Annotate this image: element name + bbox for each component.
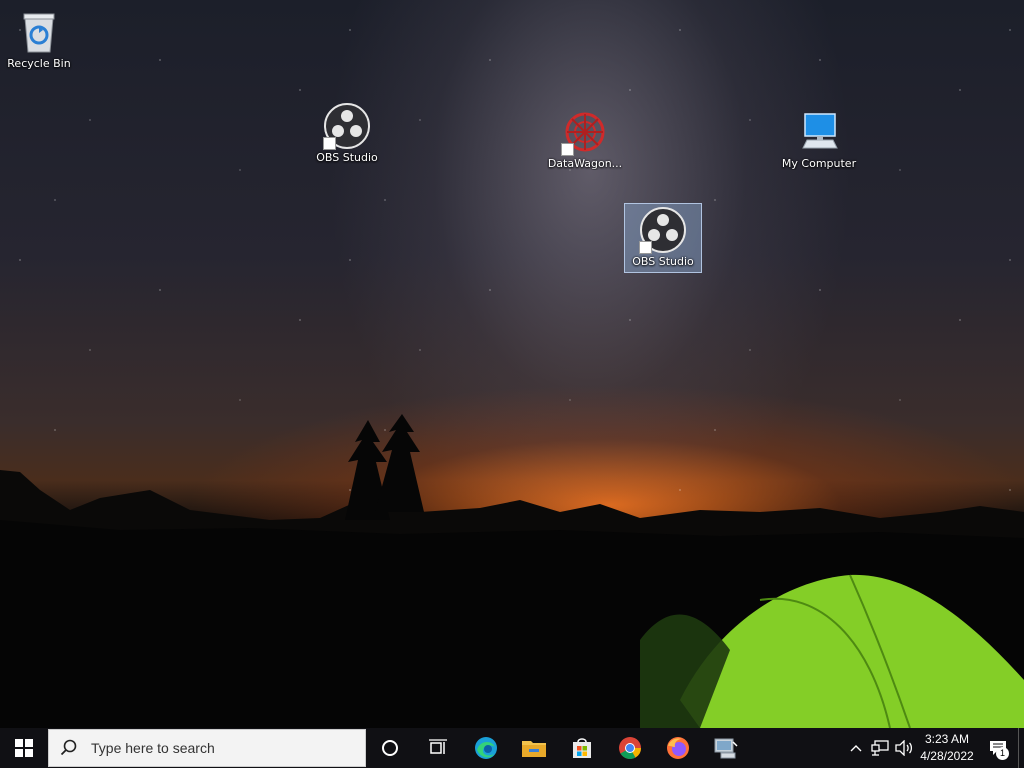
show-desktop-button[interactable] bbox=[1018, 728, 1024, 768]
taskbar-network-settings[interactable] bbox=[702, 728, 750, 768]
taskbar-edge[interactable] bbox=[462, 728, 510, 768]
desktop-icon-my-computer[interactable]: My Computer bbox=[781, 106, 857, 170]
action-center-button[interactable]: 1 bbox=[978, 728, 1018, 768]
network-icon bbox=[871, 740, 889, 756]
start-button[interactable] bbox=[0, 728, 48, 768]
desktop-icon-label: My Computer bbox=[781, 157, 857, 170]
desktop-icon-recycle-bin[interactable]: Recycle Bin bbox=[1, 6, 77, 70]
recycle-bin-icon bbox=[23, 13, 55, 53]
clock-time: 3:23 AM bbox=[924, 732, 970, 746]
windows-logo-icon bbox=[15, 739, 33, 757]
shortcut-arrow-icon bbox=[639, 241, 652, 254]
desktop-icon-label: OBS Studio bbox=[316, 151, 378, 164]
desktop-icon-obs-studio[interactable]: OBS Studio bbox=[309, 100, 385, 164]
clock-date: 4/28/2022 bbox=[920, 749, 974, 763]
notification-count-badge: 1 bbox=[996, 747, 1009, 760]
taskbar-file-explorer[interactable] bbox=[510, 728, 558, 768]
taskbar-firefox[interactable] bbox=[654, 728, 702, 768]
show-hidden-icons-button[interactable] bbox=[844, 728, 868, 768]
file-explorer-icon bbox=[522, 741, 546, 757]
system-tray: 3:23 AM 4/28/2022 1 bbox=[844, 728, 1024, 768]
desktop-wallpaper bbox=[0, 0, 1024, 728]
taskbar: 3:23 AM 4/28/2022 1 bbox=[0, 728, 1024, 768]
task-view-button[interactable] bbox=[414, 728, 462, 768]
speaker-icon bbox=[895, 740, 913, 756]
chrome-icon bbox=[619, 737, 641, 759]
taskbar-chrome[interactable] bbox=[606, 728, 654, 768]
search-input[interactable] bbox=[89, 739, 353, 757]
cortana-icon bbox=[382, 740, 398, 756]
computer-icon bbox=[802, 113, 838, 149]
taskbar-search-box[interactable] bbox=[48, 729, 366, 767]
firefox-icon bbox=[667, 737, 689, 759]
taskbar-clock[interactable]: 3:23 AM 4/28/2022 bbox=[916, 731, 978, 765]
shortcut-arrow-icon bbox=[323, 137, 336, 150]
desktop-icon-datawagon[interactable]: DataWagon... bbox=[547, 106, 623, 170]
cortana-button[interactable] bbox=[366, 728, 414, 768]
taskbar-microsoft-store[interactable] bbox=[558, 728, 606, 768]
search-icon bbox=[49, 739, 89, 757]
desktop-icon-label: OBS Studio bbox=[632, 255, 694, 268]
wallpaper-tent bbox=[640, 574, 1024, 728]
edge-icon bbox=[475, 737, 497, 759]
task-view-icon bbox=[429, 739, 447, 754]
network-settings-icon bbox=[714, 738, 738, 759]
desktop-icon-label: Recycle Bin bbox=[7, 57, 71, 70]
shortcut-arrow-icon bbox=[561, 143, 574, 156]
desktop-icon-label: DataWagon... bbox=[547, 157, 623, 170]
chevron-up-icon bbox=[850, 745, 862, 752]
network-status-button[interactable] bbox=[868, 728, 892, 768]
volume-button[interactable] bbox=[892, 728, 916, 768]
microsoft-store-icon bbox=[573, 738, 591, 758]
desktop-icon-obs-studio-selected[interactable]: OBS Studio bbox=[624, 203, 702, 273]
